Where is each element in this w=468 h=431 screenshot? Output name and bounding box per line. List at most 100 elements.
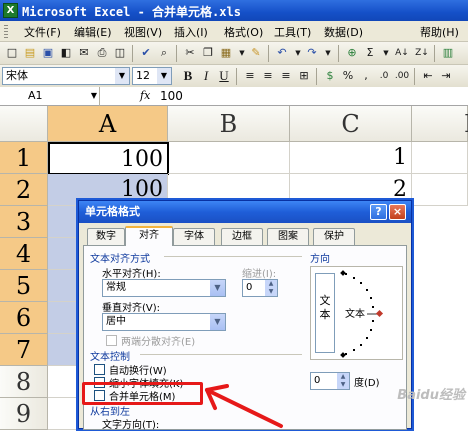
select-all-corner[interactable] bbox=[0, 106, 48, 142]
chart-wizard-icon[interactable]: ▥ bbox=[440, 45, 456, 61]
increase-indent-icon[interactable]: ⇥ bbox=[438, 68, 454, 84]
increase-decimal-icon[interactable]: .0 bbox=[376, 68, 392, 84]
menu-view[interactable]: 视图(V) bbox=[124, 24, 162, 40]
vertical-text-toggle[interactable]: 文本 bbox=[315, 273, 335, 353]
chevron-down-icon[interactable]: ▼ bbox=[210, 314, 225, 330]
undo-icon[interactable]: ↶ bbox=[274, 45, 290, 61]
red-arrow-icon bbox=[205, 384, 283, 428]
spin-up-icon[interactable]: ▲ bbox=[337, 373, 349, 381]
merge-center-icon[interactable]: ⊞ bbox=[296, 68, 312, 84]
menu-help[interactable]: 帮助(H) bbox=[420, 24, 459, 40]
decrease-indent-icon[interactable]: ⇤ bbox=[420, 68, 436, 84]
chevron-down-icon[interactable]: ▼ bbox=[210, 280, 225, 296]
print-preview-icon[interactable]: ◫ bbox=[112, 45, 128, 61]
spin-up-icon[interactable]: ▲ bbox=[265, 280, 277, 288]
toolbar-separator bbox=[268, 45, 269, 62]
vertical-alignment-select[interactable]: 居中 ▼ bbox=[102, 313, 226, 331]
column-header-c[interactable]: C bbox=[290, 106, 412, 142]
row-header-5[interactable]: 5 bbox=[0, 270, 48, 302]
text-control-section: 文本控制 bbox=[90, 352, 130, 363]
autosum-icon[interactable]: Σ bbox=[362, 45, 378, 61]
align-center-icon[interactable]: ≡ bbox=[260, 68, 276, 84]
decrease-decimal-icon[interactable]: .00 bbox=[394, 68, 410, 84]
sort-ascending-icon[interactable]: A↓ bbox=[394, 45, 410, 61]
row-header-1[interactable]: 1 bbox=[0, 142, 48, 174]
italic-button[interactable]: I bbox=[198, 68, 214, 84]
column-header-a[interactable]: A bbox=[48, 106, 168, 142]
column-header-b[interactable]: B bbox=[168, 106, 290, 142]
autosum-dropdown-icon[interactable]: ▼ bbox=[378, 45, 394, 61]
sort-descending-icon[interactable]: Z↓ bbox=[414, 45, 430, 61]
new-icon[interactable]: □ bbox=[4, 45, 20, 61]
cell-b1[interactable] bbox=[168, 142, 290, 174]
spin-down-icon[interactable]: ▼ bbox=[265, 288, 277, 296]
cut-icon[interactable]: ✂ bbox=[182, 45, 198, 61]
close-button[interactable]: × bbox=[389, 204, 406, 220]
wrap-text-checkbox[interactable] bbox=[94, 364, 105, 375]
cell-a1[interactable]: 100 bbox=[48, 142, 169, 175]
bold-button[interactable]: B bbox=[180, 68, 196, 84]
row-header-8[interactable]: 8 bbox=[0, 366, 48, 398]
paste-icon[interactable]: ▦ bbox=[218, 45, 234, 61]
tab-alignment[interactable]: 对齐 bbox=[125, 226, 173, 246]
permission-icon[interactable]: ◧ bbox=[58, 45, 74, 61]
tab-font[interactable]: 字体 bbox=[173, 228, 215, 245]
menu-file[interactable]: 文件(F) bbox=[24, 24, 61, 40]
percent-icon[interactable]: % bbox=[340, 68, 356, 84]
currency-icon[interactable]: $ bbox=[322, 68, 338, 84]
redo-dropdown-icon[interactable]: ▼ bbox=[320, 45, 336, 61]
cell-d1[interactable] bbox=[412, 142, 468, 174]
menu-edit[interactable]: 编辑(E) bbox=[74, 24, 112, 40]
align-left-icon[interactable]: ≡ bbox=[242, 68, 258, 84]
comma-style-icon[interactable]: , bbox=[358, 68, 374, 84]
title-bar: X Microsoft Excel - 合并单元格.xls bbox=[0, 0, 468, 21]
underline-button[interactable]: U bbox=[216, 68, 232, 84]
print-icon[interactable]: ⎙ bbox=[94, 45, 110, 61]
row-header-9[interactable]: 9 bbox=[0, 398, 48, 430]
row-header-4[interactable]: 4 bbox=[0, 238, 48, 270]
standard-toolbar: □ ▤ ▣ ◧ ✉ ⎙ ◫ ✔ ⌕ ✂ ❐ ▦ ▼ ✎ ↶ ▼ ↷ ▼ ⊕ Σ … bbox=[0, 42, 468, 65]
name-box[interactable]: A1 ▼ bbox=[0, 87, 100, 106]
spelling-icon[interactable]: ✔ bbox=[138, 45, 154, 61]
spin-down-icon[interactable]: ▼ bbox=[337, 381, 349, 389]
column-header-d[interactable]: D bbox=[412, 106, 468, 142]
row-header-2[interactable]: 2 bbox=[0, 174, 48, 206]
mail-icon[interactable]: ✉ bbox=[76, 45, 92, 61]
hyperlink-icon[interactable]: ⊕ bbox=[344, 45, 360, 61]
cell-c1[interactable]: 1 bbox=[290, 142, 412, 174]
tab-number[interactable]: 数字 bbox=[87, 228, 125, 245]
menu-data[interactable]: 数据(D) bbox=[324, 24, 363, 40]
font-size-combo[interactable]: 12 ▼ bbox=[132, 67, 172, 85]
row-header-7[interactable]: 7 bbox=[0, 334, 48, 366]
cell-d2[interactable] bbox=[412, 174, 468, 206]
distributed-checkbox[interactable] bbox=[106, 335, 117, 346]
menu-insert[interactable]: 插入(I) bbox=[174, 24, 208, 40]
degrees-spinner[interactable]: 0 ▲ ▼ bbox=[310, 372, 350, 390]
menu-format[interactable]: 格式(O) bbox=[224, 24, 263, 40]
row-header-3[interactable]: 3 bbox=[0, 206, 48, 238]
formula-input[interactable]: 100 bbox=[160, 89, 183, 103]
align-right-icon[interactable]: ≡ bbox=[278, 68, 294, 84]
font-name-combo[interactable]: 宋体 ▼ bbox=[2, 67, 130, 85]
tab-border[interactable]: 边框 bbox=[221, 228, 263, 245]
open-icon[interactable]: ▤ bbox=[22, 45, 38, 61]
indent-spinner[interactable]: 0 ▲ ▼ bbox=[242, 279, 278, 297]
chevron-down-icon[interactable]: ▼ bbox=[115, 68, 129, 84]
chevron-down-icon[interactable]: ▼ bbox=[157, 68, 171, 84]
row-header-6[interactable]: 6 bbox=[0, 302, 48, 334]
text-alignment-section: 文本对齐方式 bbox=[90, 254, 150, 265]
format-painter-icon[interactable]: ✎ bbox=[248, 45, 264, 61]
research-icon[interactable]: ⌕ bbox=[156, 45, 172, 61]
orientation-control[interactable]: 文本 文本 bbox=[310, 266, 403, 360]
horizontal-alignment-select[interactable]: 常规 ▼ bbox=[102, 279, 226, 297]
save-icon[interactable]: ▣ bbox=[40, 45, 56, 61]
insert-function-icon[interactable]: fx bbox=[140, 89, 150, 102]
font-size-value: 12 bbox=[136, 69, 150, 82]
tab-protection[interactable]: 保护 bbox=[313, 228, 355, 245]
help-button[interactable]: ? bbox=[370, 204, 387, 220]
menu-tools[interactable]: 工具(T) bbox=[274, 24, 311, 40]
redo-icon[interactable]: ↷ bbox=[304, 45, 320, 61]
chevron-down-icon[interactable]: ▼ bbox=[91, 87, 97, 105]
copy-icon[interactable]: ❐ bbox=[200, 45, 216, 61]
tab-patterns[interactable]: 图案 bbox=[267, 228, 309, 245]
